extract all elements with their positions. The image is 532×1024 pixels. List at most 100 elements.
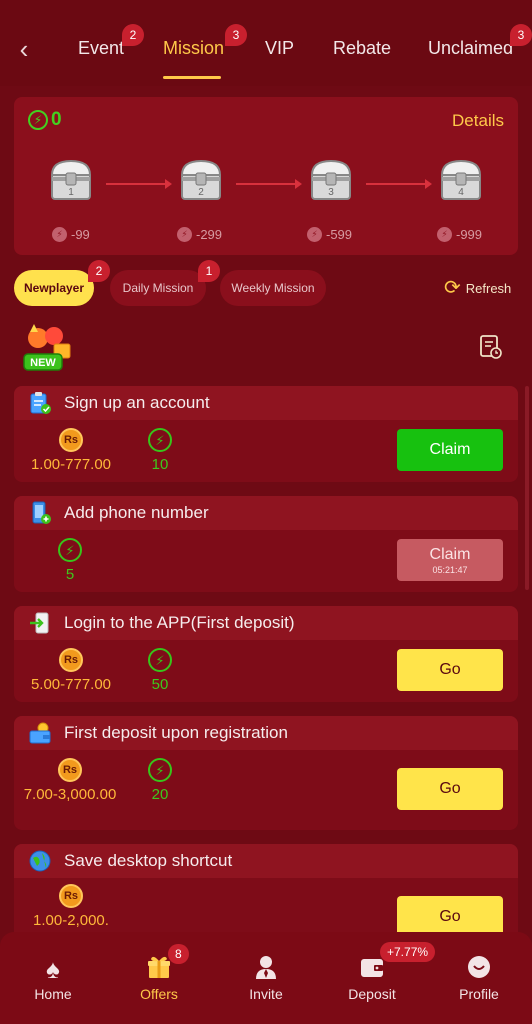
energy-reward-value: 5 — [65, 566, 75, 583]
mission-title: Add phone number — [64, 503, 209, 522]
treasure-chest-3[interactable]: 3 — [306, 155, 356, 205]
new-player-logo: NEW — [23, 324, 71, 371]
svg-text:4: 4 — [458, 187, 464, 198]
chest-arrow — [106, 179, 172, 189]
nav-label: Invite — [249, 986, 283, 1002]
mission-title: First deposit upon registration — [64, 723, 288, 742]
go-button[interactable]: Go — [397, 768, 503, 810]
globe-icon — [29, 850, 51, 872]
lightning-icon: ⚡ — [307, 227, 322, 242]
lightning-icon: ⚡ — [58, 538, 82, 562]
mission-title: Sign up an account — [64, 393, 210, 412]
wallet-icon — [29, 722, 51, 744]
chest-cost: ⚡ -999 — [437, 227, 482, 242]
record-list-icon[interactable] — [479, 334, 503, 360]
tab-mission[interactable]: Mission — [163, 38, 224, 59]
go-button-label: Go — [439, 908, 461, 925]
rupee-coin-icon: Rs — [59, 648, 83, 672]
energy-total: ⚡ 0 — [28, 109, 62, 131]
login-icon — [30, 612, 49, 634]
svg-text:3: 3 — [328, 187, 334, 198]
tab-rebate[interactable]: Rebate — [333, 38, 391, 59]
spade-icon: ♠ — [46, 954, 60, 984]
scrollbar[interactable] — [525, 386, 529, 590]
chest-cost-value: -99 — [71, 227, 90, 242]
energy-reward-value: 10 — [151, 456, 169, 473]
person-icon — [226, 954, 306, 984]
rupee-coin-icon: Rs — [58, 758, 82, 782]
treasure-chest-4[interactable]: 4 — [436, 155, 486, 205]
claim-button[interactable]: Claim — [397, 429, 503, 471]
energy-reward: ⚡ 10 — [130, 428, 190, 473]
chest-cost: ⚡ -299 — [177, 227, 222, 242]
chest-icon: 1 — [50, 159, 92, 200]
nav-label: Deposit — [348, 986, 396, 1002]
lightning-icon: ⚡ — [177, 227, 192, 242]
treasure-chest-panel: ⚡ 0 Details 1 2 3 4 ⚡ -99 ⚡ -299 ⚡ -599 … — [14, 97, 518, 255]
nav-offers[interactable]: Offers — [119, 954, 199, 1002]
chest-cost-value: -999 — [456, 227, 483, 242]
svg-text:1: 1 — [68, 187, 74, 198]
filter-weekly-mission[interactable]: Weekly Mission — [220, 270, 326, 306]
cash-reward: Rs 5.00-777.00 — [16, 648, 126, 694]
mission-card-phone: Add phone number ⚡ 5 Claim 05:21:47 — [14, 496, 518, 592]
refresh-button[interactable]: ⟳ Refresh — [444, 278, 511, 298]
rupee-coin-icon: Rs — [59, 884, 83, 908]
filter-newplayer-badge: 2 — [88, 260, 110, 282]
chest-cost-value: -599 — [326, 227, 353, 242]
mission-card-header: Sign up an account — [14, 386, 518, 420]
go-button[interactable]: Go — [397, 649, 503, 691]
clipboard-icon — [30, 392, 51, 414]
chest-arrow — [236, 179, 302, 189]
go-button-label: Go — [439, 661, 461, 678]
mission-card-login: Login to the APP(First deposit) Rs 5.00-… — [14, 606, 518, 702]
chest-cost: ⚡ -99 — [52, 227, 90, 242]
lightning-icon: ⚡ — [148, 428, 172, 452]
rupee-coin-icon: Rs — [59, 428, 83, 452]
energy-reward: ⚡ 50 — [130, 648, 190, 693]
nav-deposit-badge: +7.77% — [380, 942, 436, 962]
lightning-icon: ⚡ — [148, 648, 172, 672]
energy-reward: ⚡ 5 — [40, 538, 100, 583]
lightning-icon: ⚡ — [52, 227, 67, 242]
nav-profile[interactable]: Profile — [439, 954, 519, 1002]
tab-mission-badge: 3 — [225, 24, 247, 46]
energy-reward-value: 20 — [151, 786, 169, 803]
mission-card-header: First deposit upon registration — [14, 716, 518, 750]
details-link[interactable]: Details — [452, 111, 504, 131]
treasure-chest-1[interactable]: 1 — [46, 155, 96, 205]
face-icon — [439, 954, 519, 984]
nav-home[interactable]: ♠ Home — [13, 954, 93, 1002]
mission-card-header: Add phone number — [14, 496, 518, 530]
mission-title: Login to the APP(First deposit) — [64, 613, 295, 632]
energy-reward-value: 50 — [151, 676, 169, 693]
countdown-timer: 05:21:47 — [432, 564, 468, 575]
energy-total-value: 0 — [51, 109, 62, 130]
claim-button-cooldown[interactable]: Claim 05:21:47 — [397, 539, 503, 581]
nav-invite[interactable]: Invite — [226, 954, 306, 1002]
filter-daily-mission[interactable]: Daily Mission — [110, 270, 206, 306]
tab-vip[interactable]: VIP — [265, 38, 294, 59]
svg-text:2: 2 — [198, 187, 204, 198]
top-tab-bar: ‹ Event 2 Mission 3 VIP Rebate Unclaimed… — [0, 0, 532, 86]
mission-card-first-deposit: First deposit upon registration Rs 7.00-… — [14, 716, 518, 830]
treasure-chest-2[interactable]: 2 — [176, 155, 226, 205]
refresh-icon: ⟳ — [444, 277, 461, 299]
tab-event[interactable]: Event — [78, 38, 124, 59]
phone-icon — [32, 501, 51, 524]
back-arrow-icon[interactable]: ‹ — [12, 36, 36, 62]
chest-arrow — [366, 179, 432, 189]
cash-reward: Rs 7.00-3,000.00 — [18, 758, 122, 804]
nav-label: Profile — [459, 986, 499, 1002]
tab-unclaimed[interactable]: Unclaimed — [428, 38, 513, 59]
active-tab-indicator — [163, 76, 221, 79]
lightning-icon: ⚡ — [437, 227, 452, 242]
claim-button-label: Claim — [429, 441, 471, 458]
tab-unclaimed-badge: 3 — [510, 24, 532, 46]
nav-offers-badge: 8 — [168, 944, 189, 964]
filter-newplayer[interactable]: Newplayer — [14, 270, 94, 306]
cash-reward: Rs 1.00-777.00 — [16, 428, 126, 474]
bottom-navigation: ♠ Home Offers 8 Invite Deposit +7.77% Pr… — [0, 932, 532, 1024]
mission-card-signup: Sign up an account Rs 1.00-777.00 ⚡ 10 C… — [14, 386, 518, 482]
mission-title: Save desktop shortcut — [64, 851, 233, 870]
